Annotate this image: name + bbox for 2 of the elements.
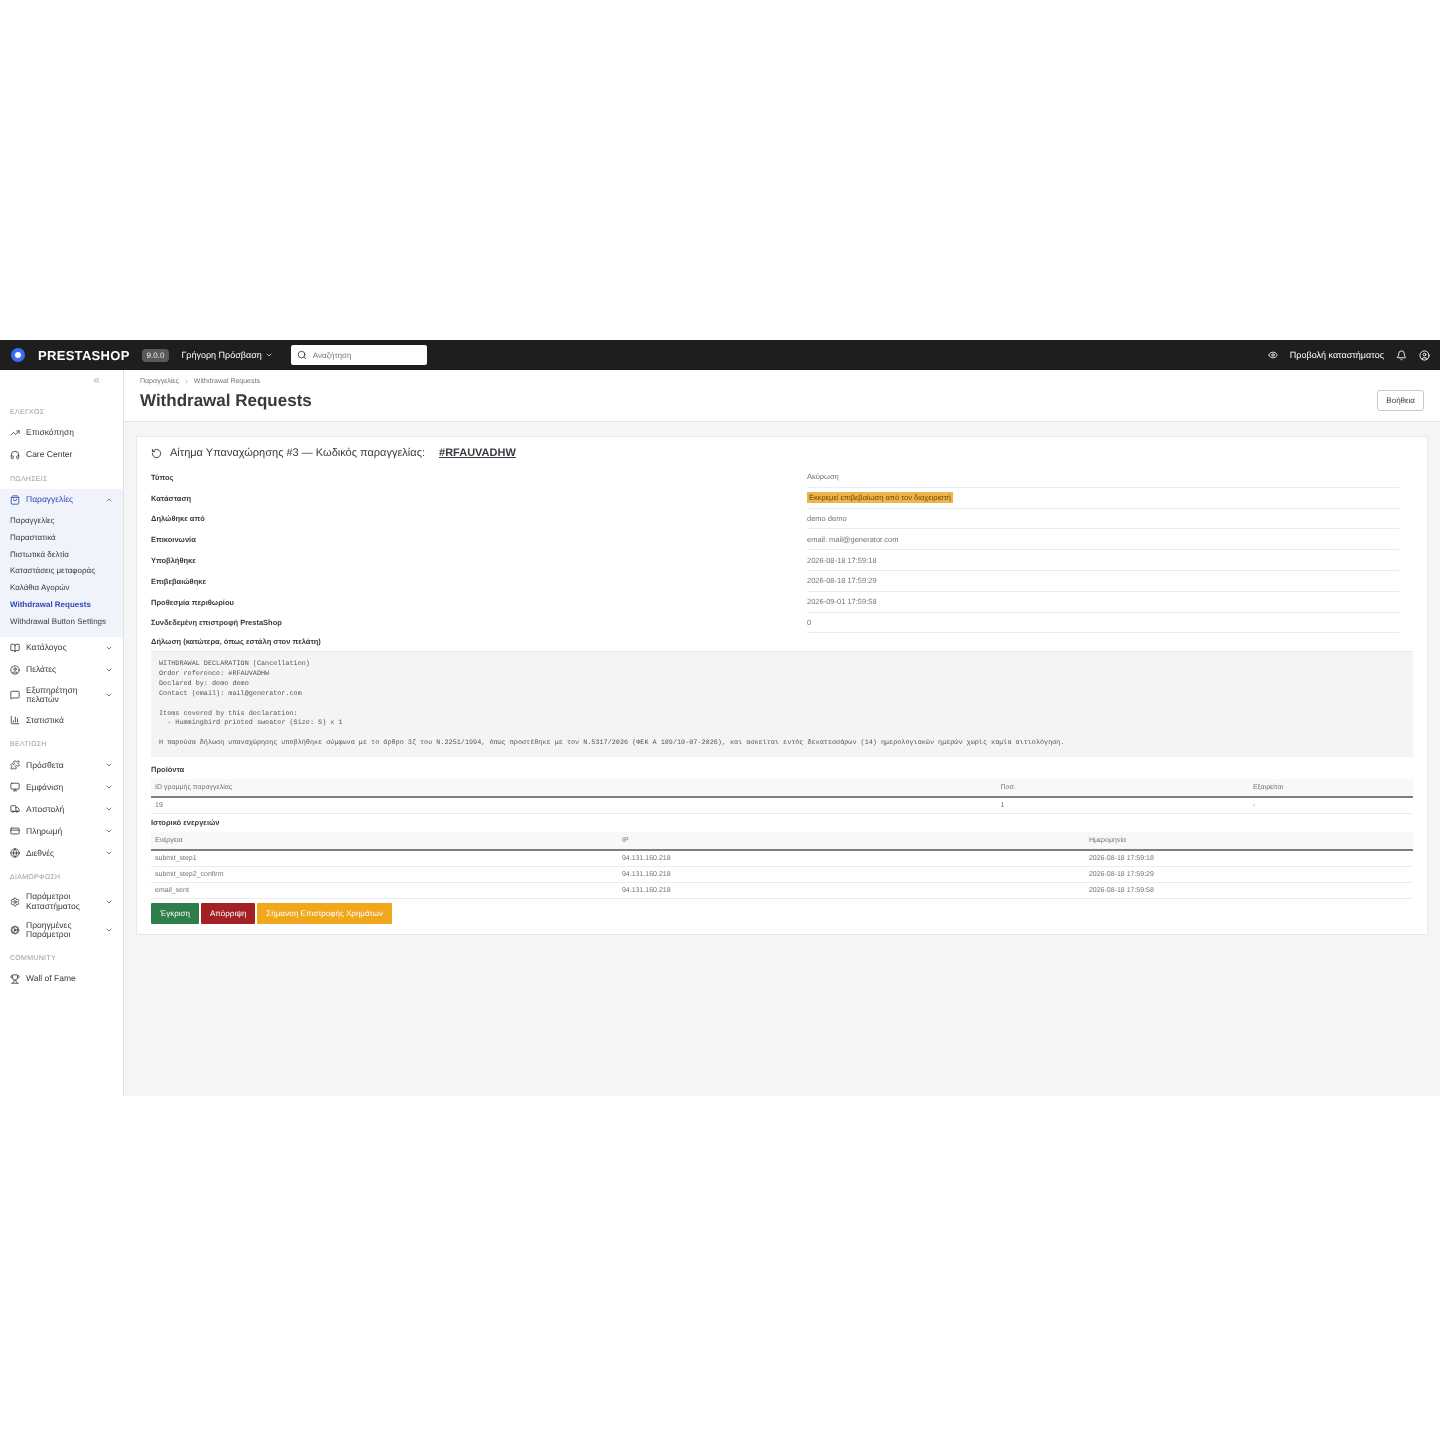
logo-icon bbox=[10, 347, 26, 363]
page-title: Withdrawal Requests bbox=[140, 391, 314, 411]
